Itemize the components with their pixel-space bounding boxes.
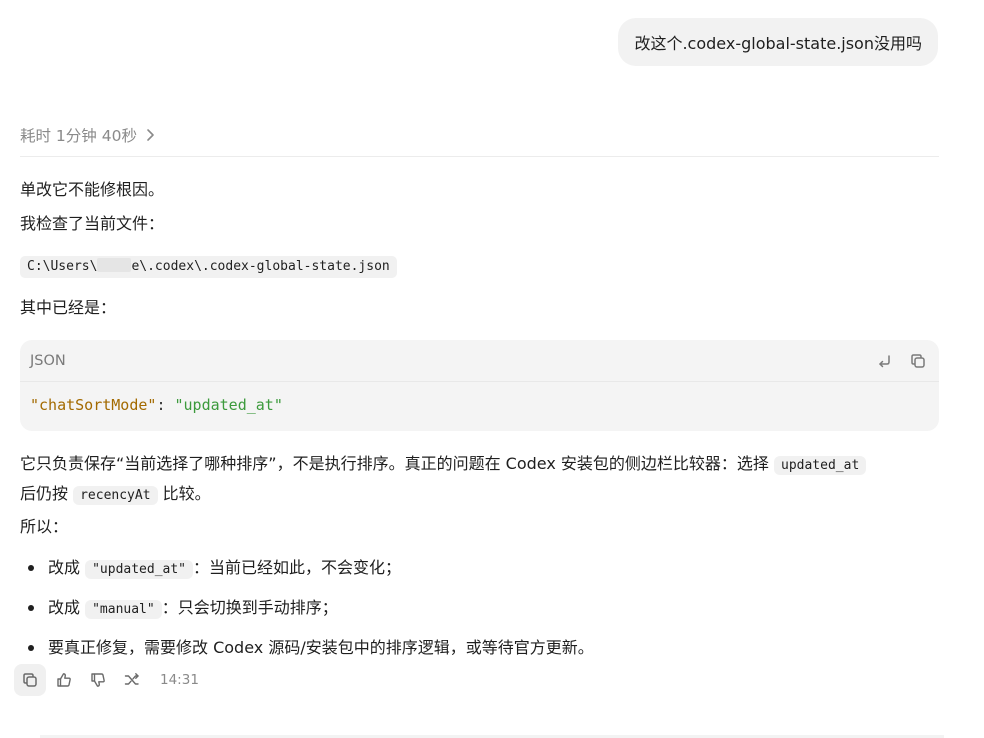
user-message-bubble: 改这个.codex-global-state.json没用吗 (618, 18, 938, 66)
thumbs-up-icon (57, 673, 71, 687)
copy-message-button[interactable] (14, 664, 46, 696)
list-item: 改成 "manual" ：只会切换到手动排序； (20, 596, 594, 636)
answer-para-a-text: 它只负责保存“当前选择了哪种排序”，不是执行排序。真正的问题在 Codex 安装… (20, 454, 774, 473)
fork-icon (124, 673, 139, 685)
bullet-text: 改成 (48, 558, 86, 577)
answer-para-b-text: 后仍按 (20, 484, 74, 503)
inline-code-recency-at: recencyAt (73, 486, 158, 505)
bullet-text: 要真正修复，需要修改 Codex 源码/安装包中的排序逻辑，或等待官方更新。 (48, 638, 594, 657)
inline-code: "manual" (85, 600, 162, 619)
message-timestamp: 14:31 (160, 672, 199, 688)
file-path-suffix: e\.codex\.codex-global-state.json (131, 259, 390, 274)
chevron-right-icon (147, 129, 154, 141)
list-item: 改成 "updated_at" ：当前已经如此，不会变化； (20, 556, 594, 596)
wrap-lines-icon[interactable] (875, 352, 893, 370)
thumbs-up-button[interactable] (48, 664, 80, 696)
redacted-username (97, 258, 132, 272)
inline-code: "updated_at" (85, 560, 194, 579)
answer-para-a: 它只负责保存“当前选择了哪种排序”，不是执行排序。真正的问题在 Codex 安装… (20, 452, 867, 478)
json-colon: : (156, 396, 175, 414)
json-key: "chatSortMode" (30, 396, 157, 414)
thumbs-down-icon (91, 673, 105, 687)
answer-para-b: 后仍按 recencyAt 比较。 (20, 482, 211, 508)
thought-duration-label: 耗时 1分钟 40秒 (20, 127, 137, 145)
thumbs-down-button[interactable] (82, 664, 114, 696)
file-path-code: C:\Users\ e\.codex\.codex-global-state.js… (20, 256, 397, 278)
user-message-text: 改这个.codex-global-state.json没用吗 (634, 34, 922, 53)
code-block-body: "chatSortMode": "updated_at" (20, 382, 939, 428)
fork-button[interactable] (116, 664, 148, 696)
answer-para-b-tail: 比较。 (157, 484, 211, 503)
copy-icon (23, 673, 37, 687)
thought-duration-toggle[interactable]: 耗时 1分钟 40秒 (20, 124, 939, 157)
inline-code-updated-at: updated_at (774, 456, 867, 475)
answer-line-3: 其中已经是： (20, 298, 117, 317)
file-path-prefix: C:\Users\ (27, 259, 98, 274)
answer-line-2: 我检查了当前文件： (20, 214, 165, 233)
json-value: "updated_at" (174, 396, 283, 414)
code-block: JSON "chatSortMode": "updated_at" (20, 340, 939, 431)
code-language-label: JSON (30, 352, 66, 369)
copy-icon[interactable] (909, 352, 927, 370)
answer-line-1: 单改它不能修根因。 (20, 180, 165, 199)
answer-bullet-list: 改成 "updated_at" ：当前已经如此，不会变化； 改成 "manual"… (20, 556, 594, 676)
answer-line-4: 所以： (20, 517, 69, 536)
message-actions: 14:31 (14, 664, 199, 696)
bullet-text: ：只会切换到手动排序； (161, 598, 338, 617)
bullet-text: ：当前已经如此，不会变化； (193, 558, 402, 577)
bullet-text: 改成 (48, 598, 86, 617)
code-block-header: JSON (20, 340, 939, 382)
